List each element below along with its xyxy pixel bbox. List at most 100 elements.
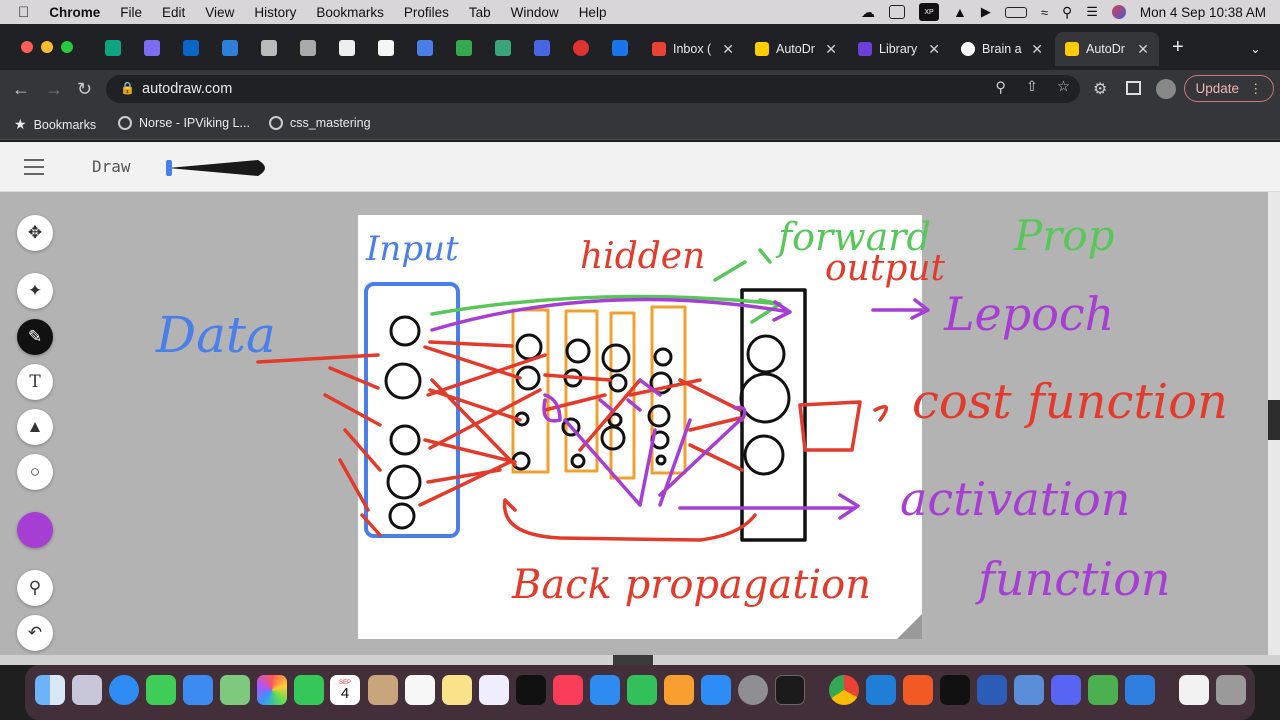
safari-icon[interactable]: [109, 675, 139, 705]
weather-icon[interactable]: ☁: [861, 4, 875, 21]
pinned-tab-arrow-icon[interactable]: [534, 40, 550, 56]
share-icon[interactable]: ⇧: [1026, 79, 1038, 95]
zoom-icon[interactable]: ⚲: [995, 80, 1006, 96]
tab-library[interactable]: Library ✕: [848, 32, 950, 66]
numbers-icon[interactable]: [627, 675, 657, 705]
windows-icon[interactable]: [1125, 675, 1155, 705]
keynote-icon[interactable]: [590, 675, 620, 705]
menubar-datetime[interactable]: Mon 4 Sep 10:38 AM: [1140, 5, 1266, 20]
reload-icon[interactable]: ↻: [77, 80, 92, 98]
control-center-icon[interactable]: ☰: [1086, 4, 1098, 20]
new-tab-button[interactable]: +: [1172, 37, 1184, 57]
menu-profiles[interactable]: Profiles: [394, 5, 459, 20]
bookmark-star-icon[interactable]: ☆: [1057, 79, 1070, 95]
tab-inbox[interactable]: Inbox ( ✕: [642, 32, 744, 66]
brave-icon[interactable]: [903, 675, 933, 705]
menu-view[interactable]: View: [195, 5, 244, 20]
close-tab-icon[interactable]: ✕: [825, 41, 837, 58]
reminders-icon[interactable]: [405, 675, 435, 705]
settings-icon[interactable]: [738, 675, 768, 705]
bookmark-norse[interactable]: Norse - IPViking L...: [118, 116, 250, 130]
close-tab-icon[interactable]: ✕: [1031, 41, 1043, 58]
pinned-tab-chatgpt-icon[interactable]: [105, 40, 121, 56]
vertical-scrollbar-thumb[interactable]: [1268, 400, 1280, 440]
sidepanel-icon[interactable]: [1126, 81, 1141, 95]
battery-icon[interactable]: [1004, 6, 1027, 18]
pinned-tab-hex-icon[interactable]: [261, 40, 277, 56]
mail-icon[interactable]: [183, 675, 213, 705]
apple-icon[interactable]: : [0, 4, 39, 21]
word-icon[interactable]: [977, 675, 1007, 705]
tab-search-chevron-icon[interactable]: ⌄: [1250, 41, 1261, 57]
menu-file[interactable]: File: [110, 5, 152, 20]
terminal-icon[interactable]: [775, 675, 805, 705]
profile-avatar[interactable]: [1156, 79, 1176, 99]
pinned-tab-k-icon[interactable]: [612, 40, 628, 56]
pinned-tab-grid-icon[interactable]: [417, 40, 433, 56]
bookmarks-button[interactable]: ★ Bookmarks: [14, 116, 96, 133]
maps-icon[interactable]: [220, 675, 250, 705]
tab-brain[interactable]: Brain a ✕: [951, 32, 1053, 66]
pinned-tab-ring-icon[interactable]: [573, 40, 589, 56]
freeform-icon[interactable]: [479, 675, 509, 705]
address-bar[interactable]: 🔒 autodraw.com ⚲ ⇧ ☆: [106, 75, 1080, 103]
photos-icon[interactable]: [257, 675, 287, 705]
close-window-button[interactable]: [21, 41, 33, 53]
menu-bookmarks[interactable]: Bookmarks: [306, 5, 394, 20]
hamburger-menu-icon[interactable]: [24, 159, 44, 175]
autodraw-tool-button[interactable]: ✦: [17, 273, 53, 309]
xp-pen-icon[interactable]: XP: [918, 3, 939, 21]
close-tab-icon[interactable]: ✕: [722, 41, 734, 58]
type-tool-button[interactable]: T: [17, 364, 53, 400]
trash-icon[interactable]: [1216, 675, 1246, 705]
menu-edit[interactable]: Edit: [152, 5, 195, 20]
menu-tab[interactable]: Tab: [459, 5, 501, 20]
move-tool-button[interactable]: ✥: [17, 215, 53, 251]
pinned-tab-notion-icon[interactable]: [339, 40, 355, 56]
pinned-tab-photos-icon[interactable]: [456, 40, 472, 56]
play-icon[interactable]: ▶: [981, 4, 991, 20]
pinned-tab-azure-icon[interactable]: [222, 40, 238, 56]
finder-icon[interactable]: [35, 675, 65, 705]
xp-pen-app-icon[interactable]: [940, 675, 970, 705]
zoom-tool-button[interactable]: ⚲: [17, 570, 53, 606]
back-icon[interactable]: ←: [12, 80, 30, 98]
wifi-icon[interactable]: ≈: [1041, 5, 1048, 20]
menu-history[interactable]: History: [244, 5, 306, 20]
menu-window[interactable]: Window: [501, 5, 569, 20]
canvas-resize-handle[interactable]: [897, 614, 922, 639]
drive-icon[interactable]: ▲: [953, 4, 967, 20]
tab-autodraw-active[interactable]: AutoDr ✕: [1055, 32, 1159, 66]
contacts-icon[interactable]: [368, 675, 398, 705]
extensions-icon[interactable]: ⚙: [1093, 79, 1107, 99]
screen-icon[interactable]: [1014, 675, 1044, 705]
calendar-icon[interactable]: SEP 4: [330, 675, 360, 705]
notes-icon[interactable]: [442, 675, 472, 705]
brush-size-slider[interactable]: [160, 156, 276, 180]
pinned-tab-openai-icon[interactable]: [300, 40, 316, 56]
close-tab-icon[interactable]: ✕: [928, 41, 940, 58]
update-button[interactable]: Update ⋮: [1184, 75, 1274, 102]
fill-tool-button[interactable]: ▲: [17, 409, 53, 445]
messages-icon[interactable]: [146, 675, 176, 705]
bookmark-css-mastering[interactable]: css_mastering: [269, 116, 371, 130]
launchpad-icon[interactable]: [72, 675, 102, 705]
display-icon[interactable]: [888, 5, 905, 19]
pinned-tab-linkedin-icon[interactable]: [183, 40, 199, 56]
shape-tool-button[interactable]: ○: [17, 454, 53, 490]
discord-icon[interactable]: [1051, 675, 1081, 705]
minimize-window-button[interactable]: [41, 41, 53, 53]
search-icon[interactable]: ⚲: [1062, 4, 1072, 21]
color-picker-button[interactable]: [17, 512, 53, 548]
menubar-app-name[interactable]: Chrome: [39, 5, 110, 20]
app-store-icon[interactable]: [701, 675, 731, 705]
pinned-tab-pattern-icon[interactable]: [495, 40, 511, 56]
document-icon[interactable]: [1179, 675, 1209, 705]
horizontal-scrollbar-thumb[interactable]: [613, 655, 653, 665]
music-icon[interactable]: [553, 675, 583, 705]
undo-button[interactable]: ↶: [17, 615, 53, 651]
drawing-canvas[interactable]: [358, 215, 922, 639]
tab-autodraw-1[interactable]: AutoDr ✕: [745, 32, 847, 66]
vscode-icon[interactable]: [866, 675, 896, 705]
siri-icon[interactable]: [1111, 5, 1126, 19]
